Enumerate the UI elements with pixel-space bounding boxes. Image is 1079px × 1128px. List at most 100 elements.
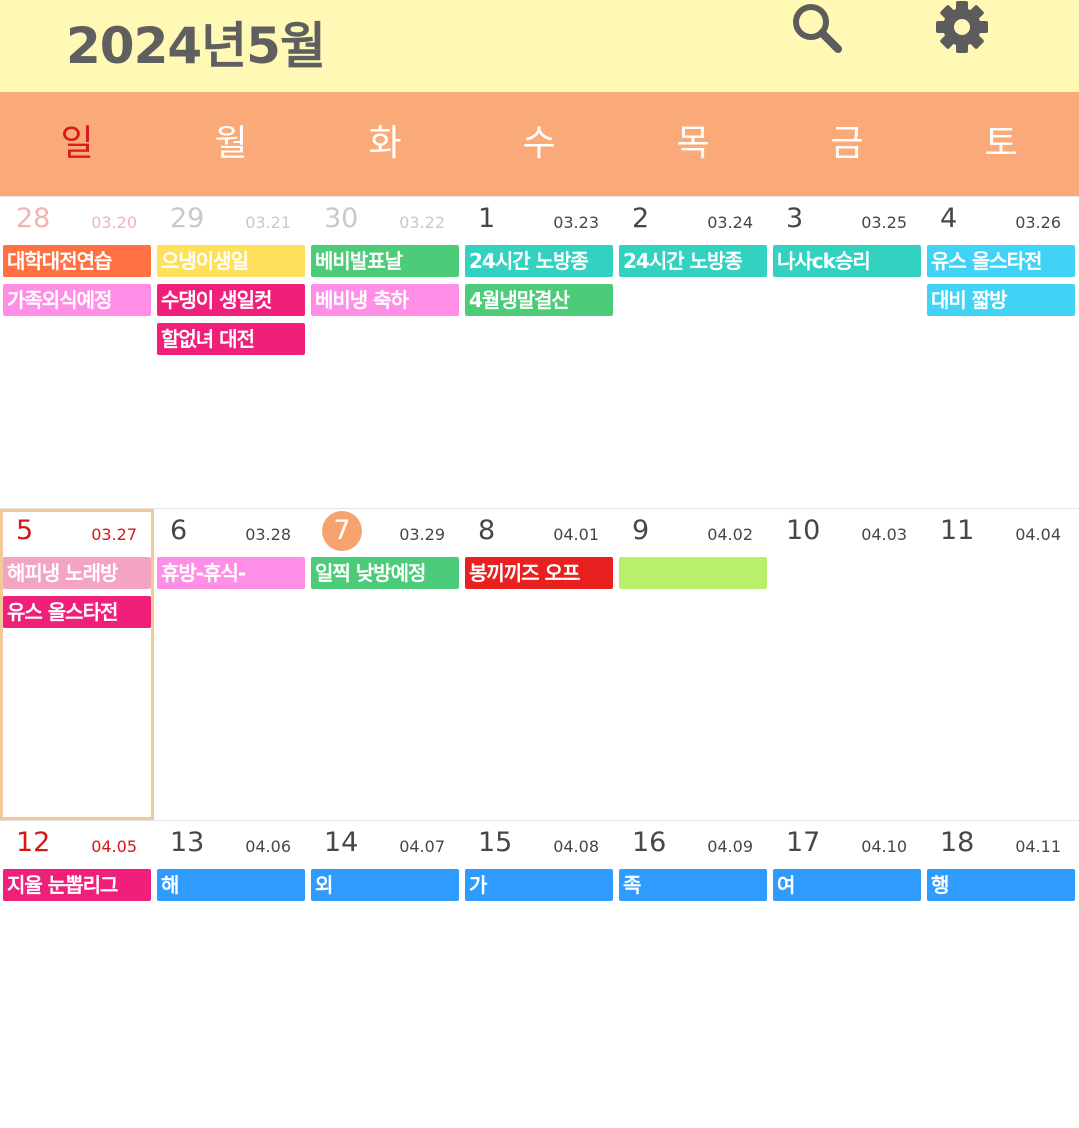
header-bar: 2024년5월 xyxy=(0,0,1079,92)
day-number: 4 xyxy=(940,203,958,234)
lunar-date: 04.05 xyxy=(91,837,137,856)
day-number: 12 xyxy=(16,827,51,858)
day-cell[interactable]: 3 03.25 나사ck승리 xyxy=(770,197,924,508)
day-cell[interactable]: 15 04.08 가 xyxy=(462,821,616,1128)
day-cell[interactable]: 17 04.10 여 xyxy=(770,821,924,1128)
event-chip[interactable]: 수댕이 생일컷 xyxy=(157,284,305,316)
event-chip[interactable]: 외 xyxy=(311,869,459,901)
event-chip[interactable]: 해 xyxy=(157,869,305,901)
week-row: 5 03.27 해피냉 노래방유스 올스타전 6 03.28 휴방-휴식- 7 03.29 일찍… xyxy=(0,508,1079,820)
event-chip[interactable]: 으냉이생일 xyxy=(157,245,305,277)
day-number: 14 xyxy=(324,827,359,858)
month-title[interactable]: 2024년5월 xyxy=(66,6,326,78)
day-cell[interactable]: 18 04.11 행 xyxy=(924,821,1078,1128)
day-cell[interactable]: 2 03.24 24시간 노방종 xyxy=(616,197,770,508)
event-chip[interactable]: 휴방-휴식- xyxy=(157,557,305,589)
lunar-date: 04.04 xyxy=(1015,525,1061,544)
weekday-header: 일 월 화 수 목 금 토 xyxy=(0,92,1079,196)
day-number: 18 xyxy=(940,827,975,858)
weekday-mon: 월 xyxy=(214,123,248,164)
day-cell[interactable]: 12 04.05 지율 눈뽑리그 xyxy=(0,821,154,1128)
day-cell[interactable]: 8 04.01 봉끼끼즈 오프 xyxy=(462,509,616,820)
event-chip[interactable]: 가 xyxy=(465,869,613,901)
lunar-date: 03.26 xyxy=(1015,213,1061,232)
search-icon[interactable] xyxy=(788,0,846,58)
event-chip[interactable] xyxy=(619,557,767,589)
event-chip[interactable]: 나사ck승리 xyxy=(773,245,921,277)
event-chip[interactable]: 행 xyxy=(927,869,1075,901)
day-number: 11 xyxy=(940,515,975,546)
weekday-tue: 화 xyxy=(368,123,402,164)
day-number: 3 xyxy=(786,203,804,234)
day-number: 8 xyxy=(478,515,496,546)
lunar-date: 03.22 xyxy=(399,213,445,232)
event-chip[interactable]: 가족외식예정 xyxy=(3,284,151,316)
event-chip[interactable]: 해피냉 노래방 xyxy=(3,557,151,589)
day-cell[interactable]: 5 03.27 해피냉 노래방유스 올스타전 xyxy=(0,509,154,820)
event-chip[interactable]: 지율 눈뽑리그 xyxy=(3,869,151,901)
day-cell[interactable]: 9 04.02 xyxy=(616,509,770,820)
day-number: 5 xyxy=(16,515,34,546)
day-cell[interactable]: 11 04.04 xyxy=(924,509,1078,820)
weekday-fri: 금 xyxy=(830,123,864,164)
day-number: 17 xyxy=(786,827,821,858)
day-number: 2 xyxy=(632,203,650,234)
lunar-date: 04.09 xyxy=(707,837,753,856)
weekday-thu: 목 xyxy=(676,123,710,164)
day-number: 16 xyxy=(632,827,667,858)
lunar-date: 03.21 xyxy=(245,213,291,232)
event-chip[interactable]: 대학대전연습 xyxy=(3,245,151,277)
day-number: 1 xyxy=(478,203,496,234)
day-cell[interactable]: 13 04.06 해 xyxy=(154,821,308,1128)
event-chip[interactable]: 할없녀 대전 xyxy=(157,323,305,355)
lunar-date: 04.03 xyxy=(861,525,907,544)
day-cell[interactable]: 28 03.20 대학대전연습가족외식예정 xyxy=(0,197,154,508)
lunar-date: 03.23 xyxy=(553,213,599,232)
weekday-sun: 일 xyxy=(60,123,94,164)
weekday-sat: 토 xyxy=(984,123,1018,164)
event-chip[interactable]: 봉끼끼즈 오프 xyxy=(465,557,613,589)
event-chip[interactable]: 유스 올스타전 xyxy=(927,245,1075,277)
lunar-date: 03.25 xyxy=(861,213,907,232)
event-chip[interactable]: 여 xyxy=(773,869,921,901)
event-chip[interactable]: 유스 올스타전 xyxy=(3,596,151,628)
lunar-date: 03.27 xyxy=(91,525,137,544)
day-cell[interactable]: 30 03.22 베비발표날 베비냉 축하 xyxy=(308,197,462,508)
event-chip[interactable]: 일찍 낮방예정 xyxy=(311,557,459,589)
event-chip[interactable]: 베비발표날 xyxy=(311,245,459,277)
day-cell[interactable]: 10 04.03 xyxy=(770,509,924,820)
day-cell[interactable]: 1 03.23 24시간 노방종 4월냉말결산 xyxy=(462,197,616,508)
day-number: 6 xyxy=(170,515,188,546)
day-number: 28 xyxy=(16,203,51,234)
weekday-wed: 수 xyxy=(522,123,556,164)
day-cell[interactable]: 29 03.21 으냉이생일수댕이 생일컷할없녀 대전 xyxy=(154,197,308,508)
event-chip[interactable]: 족 xyxy=(619,869,767,901)
day-cell[interactable]: 6 03.28 휴방-휴식- xyxy=(154,509,308,820)
lunar-date: 03.20 xyxy=(91,213,137,232)
lunar-date: 03.24 xyxy=(707,213,753,232)
calendar-app: 2024년5월 일 월 화 수 목 금 토 28 03.20 대학대전연습 가족… xyxy=(0,0,1079,1128)
day-cell[interactable]: 16 04.09 족 xyxy=(616,821,770,1128)
event-chip[interactable]: 4월냉말결산 xyxy=(465,284,613,316)
lunar-date: 04.10 xyxy=(861,837,907,856)
event-chip[interactable]: 대비 짧방 xyxy=(927,284,1075,316)
today-marker: 7 xyxy=(322,511,362,551)
lunar-date: 03.29 xyxy=(399,525,445,544)
lunar-date: 04.01 xyxy=(553,525,599,544)
lunar-date: 03.28 xyxy=(245,525,291,544)
lunar-date: 04.11 xyxy=(1015,837,1061,856)
lunar-date: 04.02 xyxy=(707,525,753,544)
event-chip[interactable]: 24시간 노방종 xyxy=(465,245,613,277)
day-cell[interactable]: 14 04.07 외 xyxy=(308,821,462,1128)
week-row: 12 04.05 지율 눈뽑리그 13 04.06 해 14 04.07 외 15 04.08 가 16… xyxy=(0,820,1079,1128)
day-cell[interactable]: 7 03.29 일찍 낮방예정 xyxy=(308,509,462,820)
lunar-date: 04.06 xyxy=(245,837,291,856)
day-number: 29 xyxy=(170,203,205,234)
day-number: 15 xyxy=(478,827,513,858)
week-row: 28 03.20 대학대전연습가족외식예정 29 03.21 으냉이생일수댕이 생일컷할없… xyxy=(0,196,1079,508)
gear-icon[interactable] xyxy=(932,0,992,58)
event-chip[interactable]: 24시간 노방종 xyxy=(619,245,767,277)
event-chip[interactable]: 베비냉 축하 xyxy=(311,284,459,316)
lunar-date: 04.08 xyxy=(553,837,599,856)
day-cell[interactable]: 4 03.26 유스 올스타전대비 짧방 xyxy=(924,197,1078,508)
